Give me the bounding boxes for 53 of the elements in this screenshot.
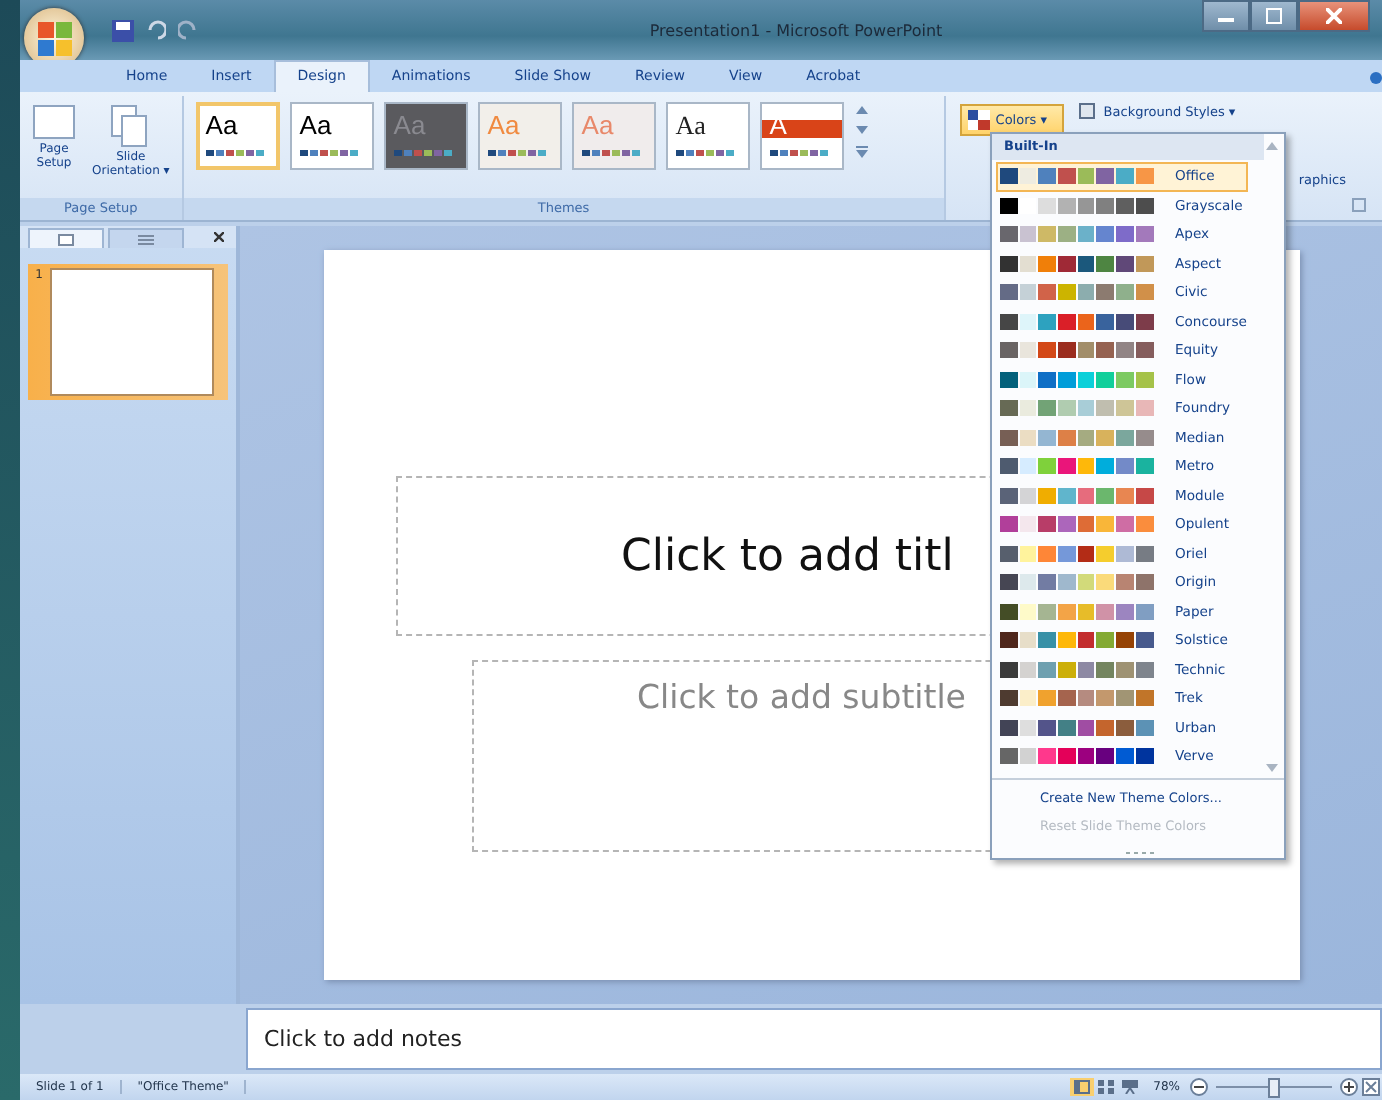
color-dots-icon (393, 150, 454, 156)
maximize-icon (1266, 8, 1282, 24)
color-dots-icon (205, 150, 266, 156)
subtitle-text: Click to add subtitle (637, 678, 966, 716)
plus-icon (1340, 1078, 1358, 1096)
close-icon (1326, 8, 1342, 24)
normal-view-icon (1073, 1080, 1090, 1094)
maximize-button[interactable] (1250, 0, 1298, 32)
color-dots-icon (487, 150, 548, 156)
fit-icon (1362, 1078, 1380, 1096)
slide-icon (58, 233, 74, 245)
outline-tab[interactable] (108, 228, 184, 248)
pages-icon (110, 104, 151, 148)
title-text: Click to add titl (621, 531, 954, 581)
slide-thumbnail[interactable] (50, 268, 214, 396)
close-button[interactable] (214, 232, 224, 242)
zoom-out-button[interactable] (1188, 1078, 1210, 1096)
close-button[interactable] (1298, 0, 1370, 32)
zoom-in-button[interactable] (1338, 1078, 1360, 1096)
theme-thumbnail[interactable]: Aa (665, 102, 750, 170)
more-icon (855, 146, 868, 158)
fit-window-button[interactable] (1360, 1078, 1382, 1096)
slides-tab[interactable] (28, 228, 104, 248)
notes-field[interactable]: Click to add notes (246, 1008, 1382, 1070)
close-icon (214, 232, 224, 242)
color-dots-icon (299, 150, 360, 156)
outline-icon (138, 233, 154, 245)
theme-thumbnail[interactable]: Aa (289, 102, 374, 170)
minimize-button[interactable] (1202, 0, 1250, 32)
scroll-down-icon (855, 126, 868, 134)
page-icon (32, 104, 76, 140)
scroll-up-icon (855, 106, 868, 114)
redo-icon (178, 20, 198, 40)
theme-thumbnail[interactable]: Aa (195, 102, 280, 170)
sorter-view-button[interactable] (1093, 1078, 1118, 1096)
grid-icon (1097, 1080, 1114, 1094)
notes-placeholder: Click to add notes (264, 1026, 462, 1052)
palette-icon (967, 110, 990, 130)
save-icon (112, 19, 134, 41)
color-dots-icon (675, 150, 736, 156)
help-icon (1370, 70, 1382, 86)
color-dots-icon (769, 150, 830, 156)
slideshow-view-button[interactable] (1117, 1078, 1142, 1096)
dialog-launcher-icon (1352, 198, 1366, 212)
minus-icon (1190, 1078, 1208, 1096)
window-title: Presentation1 - Microsoft PowerPoint (647, 21, 945, 39)
resize-grip-icon (1126, 850, 1154, 856)
projector-icon (1121, 1080, 1138, 1094)
undo-icon (146, 20, 166, 40)
office-logo-icon (36, 20, 72, 56)
zoom-slider-thumb[interactable] (1268, 1078, 1281, 1098)
normal-view-button[interactable] (1069, 1078, 1094, 1096)
color-dots-icon (581, 150, 642, 156)
